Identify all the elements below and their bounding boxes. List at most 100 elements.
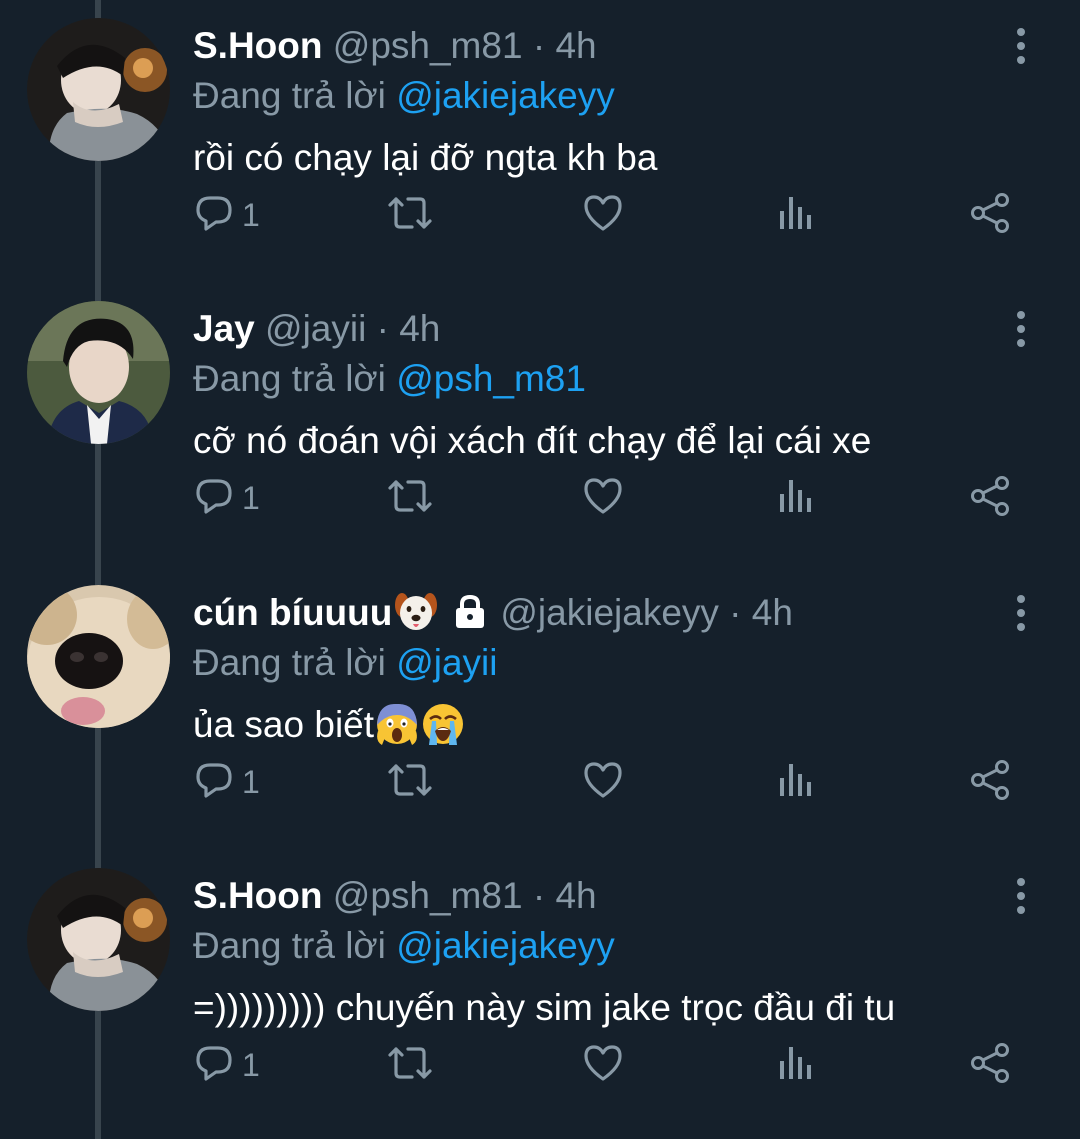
tweet-text: cỡ nó đoán vội xách đít chạy để lại cái … — [193, 420, 872, 461]
replying-to: Đang trả lời @jayii — [193, 639, 498, 687]
retweet-button[interactable] — [386, 1040, 434, 1090]
display-name[interactable]: Jay — [193, 308, 255, 349]
tweet-header: cún bíuuuu @jakiejakeyy · 4h — [193, 589, 793, 637]
face-screaming-in-fear-emoji — [374, 701, 420, 761]
avatar[interactable] — [27, 301, 170, 444]
separator: · — [532, 875, 546, 916]
reply-icon — [194, 760, 234, 805]
timestamp[interactable]: 4h — [555, 25, 596, 66]
like-button[interactable] — [582, 757, 624, 807]
share-button[interactable] — [970, 757, 1012, 807]
reply-button[interactable]: 1 — [194, 1040, 260, 1090]
retweet-icon — [386, 476, 434, 521]
reply-count: 1 — [242, 479, 260, 516]
tweet-text: =))))))))) chuyến này sim jake trọc đầu … — [193, 987, 896, 1028]
tweet-text-container: ủa sao biết — [193, 699, 466, 751]
separator: · — [729, 592, 742, 633]
analytics-icon — [778, 760, 814, 805]
retweet-icon — [386, 193, 434, 238]
reply-button[interactable]: 1 — [194, 473, 260, 523]
tweet[interactable]: S.Hoon @psh_m81 · 4h Đang trả lời @jakie… — [0, 850, 1080, 1133]
handle[interactable]: @psh_m81 — [333, 25, 523, 66]
reply-thread: S.Hoon @psh_m81 · 4h Đang trả lời @jakie… — [0, 0, 1080, 1139]
share-button[interactable] — [970, 1040, 1012, 1090]
replying-to-mention[interactable]: @jakiejakeyy — [396, 925, 615, 966]
tweet-text: rồi có chạy lại đỡ ngta kh ba — [193, 137, 658, 178]
reply-icon — [194, 1043, 234, 1088]
separator: · — [532, 25, 546, 66]
like-icon — [582, 1043, 624, 1088]
replying-to-mention[interactable]: @psh_m81 — [396, 358, 586, 399]
share-button[interactable] — [970, 190, 1012, 240]
reply-count: 1 — [242, 763, 260, 800]
display-name[interactable]: cún bíuuuu — [193, 592, 392, 633]
share-icon — [970, 759, 1012, 806]
like-button[interactable] — [582, 190, 624, 240]
reply-count: 1 — [242, 196, 260, 233]
analytics-button[interactable] — [778, 190, 814, 240]
reply-icon — [194, 476, 234, 521]
like-icon — [582, 760, 624, 805]
tweet-actions: 1 — [0, 1040, 1080, 1090]
like-button[interactable] — [582, 473, 624, 523]
analytics-icon — [778, 476, 814, 521]
retweet-button[interactable] — [386, 190, 434, 240]
replying-to-mention[interactable]: @jayii — [396, 642, 497, 683]
tweet[interactable]: Jay @jayii · 4h Đang trả lời @psh_m81 cỡ… — [0, 283, 1080, 566]
reply-count: 1 — [242, 1046, 260, 1083]
reply-button[interactable]: 1 — [194, 190, 260, 240]
avatar[interactable] — [27, 868, 170, 1011]
share-icon — [970, 1042, 1012, 1089]
analytics-button[interactable] — [778, 1040, 814, 1090]
handle[interactable]: @jakiejakeyy — [500, 592, 719, 633]
tweet-actions: 1 — [0, 190, 1080, 240]
replying-to-label: Đang trả lời — [193, 642, 386, 683]
analytics-icon — [778, 193, 814, 238]
display-name[interactable]: S.Hoon — [193, 25, 322, 66]
reply-icon — [194, 193, 234, 238]
display-name[interactable]: S.Hoon — [193, 875, 322, 916]
replying-to-label: Đang trả lời — [193, 75, 386, 116]
like-icon — [582, 193, 624, 238]
timestamp[interactable]: 4h — [555, 875, 596, 916]
replying-to: Đang trả lời @jakiejakeyy — [193, 922, 615, 970]
dog-face-emoji — [394, 591, 438, 645]
tweet-actions: 1 — [0, 757, 1080, 807]
analytics-button[interactable] — [778, 473, 814, 523]
retweet-button[interactable] — [386, 473, 434, 523]
retweet-button[interactable] — [386, 757, 434, 807]
share-icon — [970, 192, 1012, 239]
retweet-icon — [386, 1043, 434, 1088]
tweet[interactable]: S.Hoon @psh_m81 · 4h Đang trả lời @jakie… — [0, 0, 1080, 283]
replying-to-label: Đang trả lời — [193, 358, 386, 399]
timestamp[interactable]: 4h — [752, 592, 793, 633]
tweet-header: S.Hoon @psh_m81 · 4h — [193, 872, 597, 920]
tweet-header: Jay @jayii · 4h — [193, 305, 440, 353]
more-vertical-icon[interactable] — [1006, 876, 1036, 916]
like-button[interactable] — [582, 1040, 624, 1090]
tweet-text: ủa sao biết — [193, 704, 375, 745]
more-vertical-icon[interactable] — [1006, 26, 1036, 66]
tweet[interactable]: cún bíuuuu @jakiejakeyy · 4h Đang trả lời… — [0, 567, 1080, 850]
loudly-crying-face-emoji — [420, 701, 466, 761]
separator: · — [376, 308, 389, 349]
timestamp[interactable]: 4h — [399, 308, 440, 349]
share-icon — [970, 475, 1012, 522]
analytics-icon — [778, 1043, 814, 1088]
avatar[interactable] — [27, 585, 170, 728]
replying-to: Đang trả lời @jakiejakeyy — [193, 72, 615, 120]
reply-button[interactable]: 1 — [194, 757, 260, 807]
replying-to-mention[interactable]: @jakiejakeyy — [396, 75, 615, 116]
analytics-button[interactable] — [778, 757, 814, 807]
replying-to-label: Đang trả lời — [193, 925, 386, 966]
like-icon — [582, 476, 624, 521]
lock-icon — [452, 593, 488, 641]
more-vertical-icon[interactable] — [1006, 593, 1036, 633]
tweet-header: S.Hoon @psh_m81 · 4h — [193, 22, 597, 70]
share-button[interactable] — [970, 473, 1012, 523]
retweet-icon — [386, 760, 434, 805]
handle[interactable]: @psh_m81 — [333, 875, 523, 916]
avatar[interactable] — [27, 18, 170, 161]
more-vertical-icon[interactable] — [1006, 309, 1036, 349]
handle[interactable]: @jayii — [265, 308, 366, 349]
